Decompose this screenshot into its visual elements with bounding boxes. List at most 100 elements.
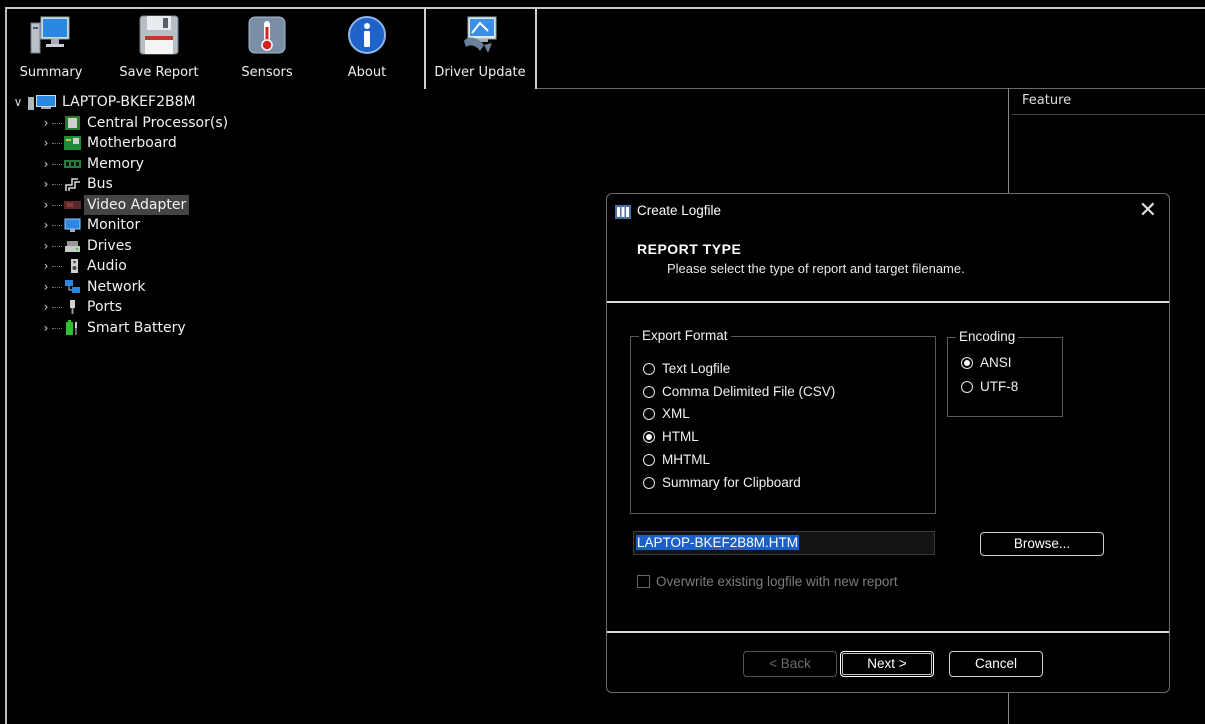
encoding-legend: Encoding <box>956 329 1019 344</box>
floppy-disk-icon <box>139 15 179 55</box>
tree-item-central-processor[interactable]: › Central Processor(s) <box>12 113 412 134</box>
tree-item-audio[interactable]: › Audio <box>12 256 412 277</box>
chevron-right-icon[interactable]: › <box>40 154 52 174</box>
memory-icon <box>64 159 81 168</box>
sensors-button[interactable]: Sensors <box>227 9 307 89</box>
radio-circle <box>643 477 655 489</box>
chevron-right-icon[interactable]: › <box>40 215 52 235</box>
chevron-right-icon[interactable]: › <box>40 113 52 133</box>
tree-root[interactable]: ∨ LAPTOP-BKEF2B8M <box>12 92 412 113</box>
tree-item-label: Monitor <box>87 217 141 233</box>
save-report-label: Save Report <box>119 65 199 80</box>
tree-item-label: Motherboard <box>87 135 177 151</box>
app-window: Summary Save Report Sensors About Driver… <box>0 0 1205 724</box>
tree-item-smart-battery[interactable]: › Smart Battery <box>12 318 412 339</box>
report-type-description: Please select the type of report and tar… <box>667 261 965 276</box>
create-logfile-dialog: Create Logfile ✕ REPORT TYPE Please sele… <box>606 193 1170 693</box>
radio-label: Text Logfile <box>662 361 731 376</box>
browse-button[interactable]: Browse... <box>980 532 1104 556</box>
driver-update-label: Driver Update <box>434 65 526 80</box>
close-icon[interactable]: ✕ <box>1139 198 1157 222</box>
chevron-down-icon[interactable]: ∨ <box>12 92 24 112</box>
summary-button[interactable]: Summary <box>7 9 95 89</box>
monitor-icon <box>64 218 81 232</box>
tree-item-label: Video Adapter <box>84 194 190 215</box>
tree-item-memory[interactable]: › Memory <box>12 154 412 175</box>
app-icon <box>615 205 631 219</box>
driver-update-icon <box>464 16 497 53</box>
save-report-button[interactable]: Save Report <box>113 9 205 89</box>
radio-label: ANSI <box>980 355 1012 370</box>
radio-label: Comma Delimited File (CSV) <box>662 384 836 399</box>
tree-item-ports[interactable]: › Ports <box>12 297 412 318</box>
tree-item-label: Central Processor(s) <box>87 114 229 131</box>
driver-update-button[interactable]: Driver Update <box>427 9 533 89</box>
tree-item-video-adapter[interactable]: › Video Adapter <box>12 194 412 216</box>
ports-icon <box>70 300 75 314</box>
encoding-group: Encoding ANSI UTF-8 <box>947 329 1063 417</box>
hardware-tree: ∨ LAPTOP-BKEF2B8M › Central Processor(s)… <box>12 92 412 338</box>
radio-label: MHTML <box>662 452 710 467</box>
chevron-right-icon[interactable]: › <box>40 174 52 194</box>
tree-item-monitor[interactable]: › Monitor <box>12 215 412 236</box>
tree-item-label: Smart Battery <box>87 319 186 336</box>
radio-circle <box>643 386 655 398</box>
radio-circle-selected <box>961 357 973 369</box>
audio-icon <box>71 259 78 273</box>
tree-root-label: LAPTOP-BKEF2B8M <box>62 94 196 110</box>
radio-label: UTF-8 <box>980 379 1019 394</box>
radio-label: XML <box>662 406 690 421</box>
bus-icon <box>65 178 80 191</box>
about-button[interactable]: About <box>327 9 407 89</box>
radio-circle <box>643 454 655 466</box>
dialog-title: Create Logfile <box>637 203 722 218</box>
tree-item-label: Bus <box>87 176 113 192</box>
chevron-right-icon[interactable]: › <box>40 318 52 338</box>
chevron-right-icon[interactable]: › <box>40 256 52 276</box>
filename-input[interactable]: LAPTOP-BKEF2B8M.HTM <box>633 531 935 555</box>
toolbar: Summary Save Report Sensors About Driver… <box>7 9 537 89</box>
chevron-right-icon[interactable]: › <box>40 195 52 215</box>
info-icon <box>348 16 386 54</box>
tree-item-label: Network <box>87 278 146 295</box>
tree-item-network[interactable]: › Network <box>12 277 412 298</box>
monitor-icon <box>30 16 70 54</box>
cpu-icon <box>65 115 80 130</box>
radio-circle <box>643 363 655 375</box>
toolbar-separator <box>424 9 426 89</box>
toolbar-end-separator <box>535 9 537 89</box>
network-icon <box>65 279 80 293</box>
radio-label: Summary for Clipboard <box>662 475 801 490</box>
export-format-legend: Export Format <box>639 328 731 343</box>
feature-column-header[interactable]: Feature <box>1012 89 1205 115</box>
video-adapter-icon <box>64 200 81 209</box>
motherboard-icon <box>64 136 81 150</box>
thermometer-icon <box>248 16 286 54</box>
tree-item-motherboard[interactable]: › Motherboard <box>12 133 412 154</box>
sensors-label: Sensors <box>241 65 293 80</box>
chevron-right-icon[interactable]: › <box>40 133 52 153</box>
chevron-right-icon[interactable]: › <box>40 236 52 256</box>
checkbox-box <box>637 575 650 588</box>
radio-label: HTML <box>662 429 699 444</box>
tree-item-bus[interactable]: › Bus <box>12 174 412 195</box>
window-frame-left <box>5 7 7 724</box>
tree-item-drives[interactable]: › Drives <box>12 236 412 257</box>
summary-label: Summary <box>19 65 83 80</box>
radio-circle-selected <box>643 431 655 443</box>
header-divider <box>607 301 1169 303</box>
battery-icon <box>66 319 77 335</box>
tree-item-label: Memory <box>87 155 144 172</box>
next-button[interactable]: Next > <box>840 651 934 677</box>
cancel-button[interactable]: Cancel <box>949 651 1043 677</box>
footer-divider <box>607 631 1169 633</box>
radio-circle <box>961 381 973 393</box>
tree-item-label: Ports <box>87 299 123 315</box>
back-button[interactable]: < Back <box>743 651 837 677</box>
chevron-right-icon[interactable]: › <box>40 297 52 317</box>
report-type-heading: REPORT TYPE <box>637 241 742 257</box>
tree-item-label: Drives <box>87 237 132 254</box>
radio-circle <box>643 408 655 420</box>
drives-icon <box>65 240 80 252</box>
chevron-right-icon[interactable]: › <box>40 277 52 297</box>
